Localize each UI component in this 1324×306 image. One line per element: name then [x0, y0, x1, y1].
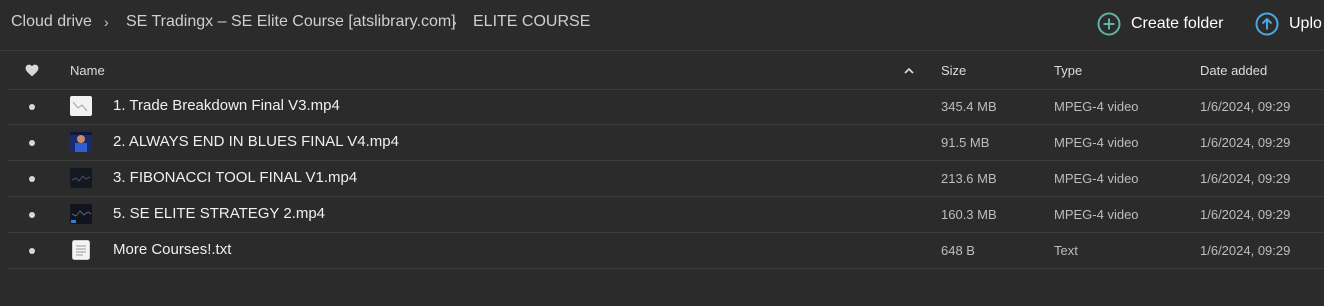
file-type: MPEG-4 video	[1054, 207, 1139, 222]
breadcrumb-separator-icon: ›	[452, 14, 457, 30]
column-header-date-added[interactable]: Date added	[1200, 63, 1267, 78]
file-size: 345.4 MB	[941, 99, 997, 114]
file-size: 160.3 MB	[941, 207, 997, 222]
table-row[interactable]: More Courses!.txt 648 B Text 1/6/2024, 0…	[8, 233, 1324, 269]
column-header-type[interactable]: Type	[1054, 63, 1082, 78]
breadcrumb-separator-icon: ›	[104, 14, 109, 30]
column-header-size[interactable]: Size	[941, 63, 966, 78]
file-name[interactable]: More Courses!.txt	[113, 241, 231, 258]
file-name[interactable]: 2. ALWAYS END IN BLUES FINAL V4.mp4	[113, 133, 399, 150]
add-circle-icon	[1097, 12, 1121, 36]
file-type: Text	[1054, 243, 1078, 258]
column-header-name[interactable]: Name	[70, 63, 105, 78]
file-name[interactable]: 1. Trade Breakdown Final V3.mp4	[113, 97, 340, 114]
dark-chart-thumbnail	[70, 168, 92, 188]
sort-ascending-icon[interactable]	[904, 67, 914, 74]
table-header: Name Size Type Date added	[8, 52, 1324, 90]
create-folder-label: Create folder	[1131, 15, 1224, 32]
bullet-icon	[29, 212, 35, 218]
file-name[interactable]: 5. SE ELITE STRATEGY 2.mp4	[113, 205, 325, 222]
breadcrumb-item-course[interactable]: SE Tradingx – SE Elite Course [atslibrar…	[126, 13, 456, 31]
heart-icon[interactable]	[25, 64, 39, 77]
top-bar: Cloud drive › SE Tradingx – SE Elite Cou…	[0, 0, 1324, 51]
file-size: 648 B	[941, 243, 975, 258]
upload-button[interactable]: Uplo	[1255, 11, 1322, 37]
bullet-icon	[29, 176, 35, 182]
light-video-thumbnail	[70, 96, 92, 116]
bullet-icon	[29, 104, 35, 110]
upload-label: Uplo	[1289, 15, 1322, 32]
create-folder-button[interactable]: Create folder	[1097, 11, 1224, 37]
bullet-icon	[29, 140, 35, 146]
file-date: 1/6/2024, 09:29	[1200, 171, 1291, 186]
file-date: 1/6/2024, 09:29	[1200, 99, 1291, 114]
dark-chart-thumbnail	[70, 204, 92, 224]
file-name[interactable]: 3. FIBONACCI TOOL FINAL V1.mp4	[113, 169, 357, 186]
file-date: 1/6/2024, 09:29	[1200, 207, 1291, 222]
file-type: MPEG-4 video	[1054, 99, 1139, 114]
breadcrumb-item-cloud-drive[interactable]: Cloud drive	[11, 13, 92, 31]
table-row[interactable]: 1. Trade Breakdown Final V3.mp4 345.4 MB…	[8, 89, 1324, 125]
bullet-icon	[29, 248, 35, 254]
text-file-icon	[72, 240, 90, 260]
table-row[interactable]: 2. ALWAYS END IN BLUES FINAL V4.mp4 91.5…	[8, 125, 1324, 161]
file-date: 1/6/2024, 09:29	[1200, 135, 1291, 150]
file-type: MPEG-4 video	[1054, 171, 1139, 186]
file-size: 213.6 MB	[941, 171, 997, 186]
file-size: 91.5 MB	[941, 135, 990, 150]
table-row[interactable]: 5. SE ELITE STRATEGY 2.mp4 160.3 MB MPEG…	[8, 197, 1324, 233]
table-row[interactable]: 3. FIBONACCI TOOL FINAL V1.mp4 213.6 MB …	[8, 161, 1324, 197]
file-date: 1/6/2024, 09:29	[1200, 243, 1291, 258]
upload-icon	[1255, 12, 1279, 36]
file-type: MPEG-4 video	[1054, 135, 1139, 150]
person-video-thumbnail	[70, 132, 92, 152]
breadcrumb-item-current: ELITE COURSE	[473, 13, 591, 30]
